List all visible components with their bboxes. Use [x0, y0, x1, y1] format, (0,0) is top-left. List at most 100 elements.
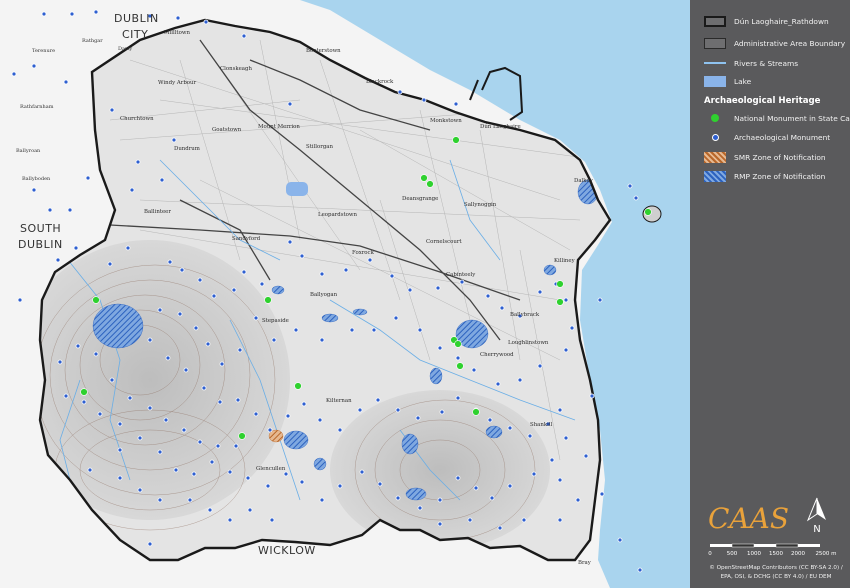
- archaeological-monument-marker: [531, 471, 537, 477]
- lake-fill-icon: [704, 75, 726, 87]
- archaeological-monument-marker: [193, 325, 199, 331]
- archaeological-monument-marker: [455, 475, 461, 481]
- archaeological-monument-marker: [471, 367, 477, 373]
- national-monument-marker: [452, 136, 460, 144]
- archaeological-monument-marker: [117, 475, 123, 481]
- archaeological-monument-marker: [537, 363, 543, 369]
- archaeological-monument-marker: [439, 409, 445, 415]
- archaeological-monument-marker: [31, 63, 37, 69]
- national-monument-marker: [264, 296, 272, 304]
- archaeological-monument-marker: [319, 497, 325, 503]
- archaeological-monument-marker: [75, 343, 81, 349]
- archaeological-monument-marker: [147, 541, 153, 547]
- archaeological-monument-marker: [359, 469, 365, 475]
- place-label: Dalkey: [574, 178, 594, 184]
- legend-label: Administrative Area Boundary: [734, 38, 846, 48]
- legend-label: Lake: [734, 76, 752, 86]
- archaeological-monument-marker: [417, 327, 423, 333]
- region-label: WICKLOW: [258, 544, 316, 557]
- archaeological-monument-marker: [487, 417, 493, 423]
- archaeological-monument-marker: [93, 351, 99, 357]
- archaeological-monument-marker: [179, 267, 185, 273]
- national-monument-marker: [420, 174, 428, 182]
- archaeological-monument-marker: [135, 159, 141, 165]
- archaeological-monument-marker: [395, 495, 401, 501]
- scale-tick: 2500 m: [815, 551, 836, 557]
- archaeological-monument-marker: [41, 11, 47, 17]
- archaeological-monument-marker: [197, 439, 203, 445]
- archaeological-monument-marker: [247, 507, 253, 513]
- archaeological-monument-marker: [287, 239, 293, 245]
- archaeological-monument-marker: [569, 325, 575, 331]
- place-label: Cherrywood: [480, 352, 514, 358]
- place-label: Foxrock: [352, 250, 375, 256]
- archaeological-monument-marker: [205, 341, 211, 347]
- archaeological-monument-marker: [397, 89, 403, 95]
- archaeological-monument-marker: [271, 337, 277, 343]
- archaeological-monument-marker: [171, 137, 177, 143]
- archaeological-monument-marker: [485, 293, 491, 299]
- archaeological-monument-marker: [521, 517, 527, 523]
- national-monument-marker: [426, 180, 434, 188]
- archaeological-monument-marker: [181, 427, 187, 433]
- legend-label: Dún Laoghaire_Rathdown: [734, 16, 829, 26]
- scale-tick: 1000: [747, 551, 761, 557]
- archaeological-monument-marker: [159, 177, 165, 183]
- archaeological-monument-marker: [147, 405, 153, 411]
- place-label: Loughlinstown: [508, 340, 549, 346]
- legend-item-archaeological-monument: Archaeological Monument: [704, 130, 830, 144]
- archaeological-monument-marker: [473, 485, 479, 491]
- archaeological-monument-marker: [633, 195, 639, 201]
- national-monument-marker: [80, 388, 88, 396]
- archaeological-monument-marker: [563, 297, 569, 303]
- place-label: Terenure: [32, 48, 55, 54]
- archaeological-monument-marker: [357, 407, 363, 413]
- archaeological-monument-marker: [147, 337, 153, 343]
- place-label: Bray: [578, 560, 592, 566]
- archaeological-monument-marker: [219, 361, 225, 367]
- legend-label: SMR Zone of Notification: [734, 152, 826, 162]
- archaeological-monument-marker: [337, 427, 343, 433]
- place-label: Darty: [118, 46, 132, 52]
- archaeological-monument-marker: [299, 479, 305, 485]
- legend-heading: Archaeological Heritage: [704, 96, 821, 106]
- archaeological-monument-marker: [137, 487, 143, 493]
- archaeological-monument-marker: [563, 347, 569, 353]
- national-monument-marker: [472, 408, 480, 416]
- archaeological-monument-marker: [85, 175, 91, 181]
- region-label: DUBLIN: [114, 12, 159, 25]
- archaeological-monument-marker: [489, 495, 495, 501]
- archaeological-monument-marker: [499, 305, 505, 311]
- archaeological-monument-marker: [63, 393, 69, 399]
- archaeological-monument-marker: [367, 257, 373, 263]
- archaeological-monument-marker: [125, 245, 131, 251]
- archaeological-monument-marker: [253, 315, 259, 321]
- archaeological-monument-marker: [269, 517, 275, 523]
- green-dot-icon: [704, 113, 726, 124]
- archaeological-monument-marker: [253, 411, 259, 417]
- archaeological-monument-marker: [87, 467, 93, 473]
- archaeological-monument-marker: [377, 481, 383, 487]
- archaeological-monument-marker: [557, 477, 563, 483]
- archaeological-monument-marker: [319, 337, 325, 343]
- archaeological-monument-marker: [165, 355, 171, 361]
- archaeological-monument-marker: [183, 367, 189, 373]
- lake: [286, 182, 308, 196]
- archaeological-monument-marker: [507, 483, 513, 489]
- archaeological-monument-marker: [235, 397, 241, 403]
- map-canvas[interactable]: DUBLIN CITY SOUTH DUBLIN WICKLOW Milllto…: [0, 0, 690, 588]
- archaeological-monument-marker: [459, 279, 465, 285]
- legend-item-dlr: Dún Laoghaire_Rathdown: [704, 14, 829, 28]
- place-label: Ballyboden: [22, 176, 51, 182]
- archaeological-monument-marker: [163, 417, 169, 423]
- scale-tick: 0: [708, 551, 712, 557]
- legend-item-national-monument: National Monument in State Care: [704, 111, 850, 125]
- boundary-box-dark-icon: [704, 15, 726, 27]
- archaeological-monument-marker: [217, 399, 223, 405]
- archaeological-monument-marker: [507, 425, 513, 431]
- archaeological-monument-marker: [337, 483, 343, 489]
- archaeological-monument-marker: [265, 483, 271, 489]
- archaeological-monument-marker: [417, 505, 423, 511]
- place-label: Stepaside: [262, 318, 289, 324]
- archaeological-monument-marker: [175, 15, 181, 21]
